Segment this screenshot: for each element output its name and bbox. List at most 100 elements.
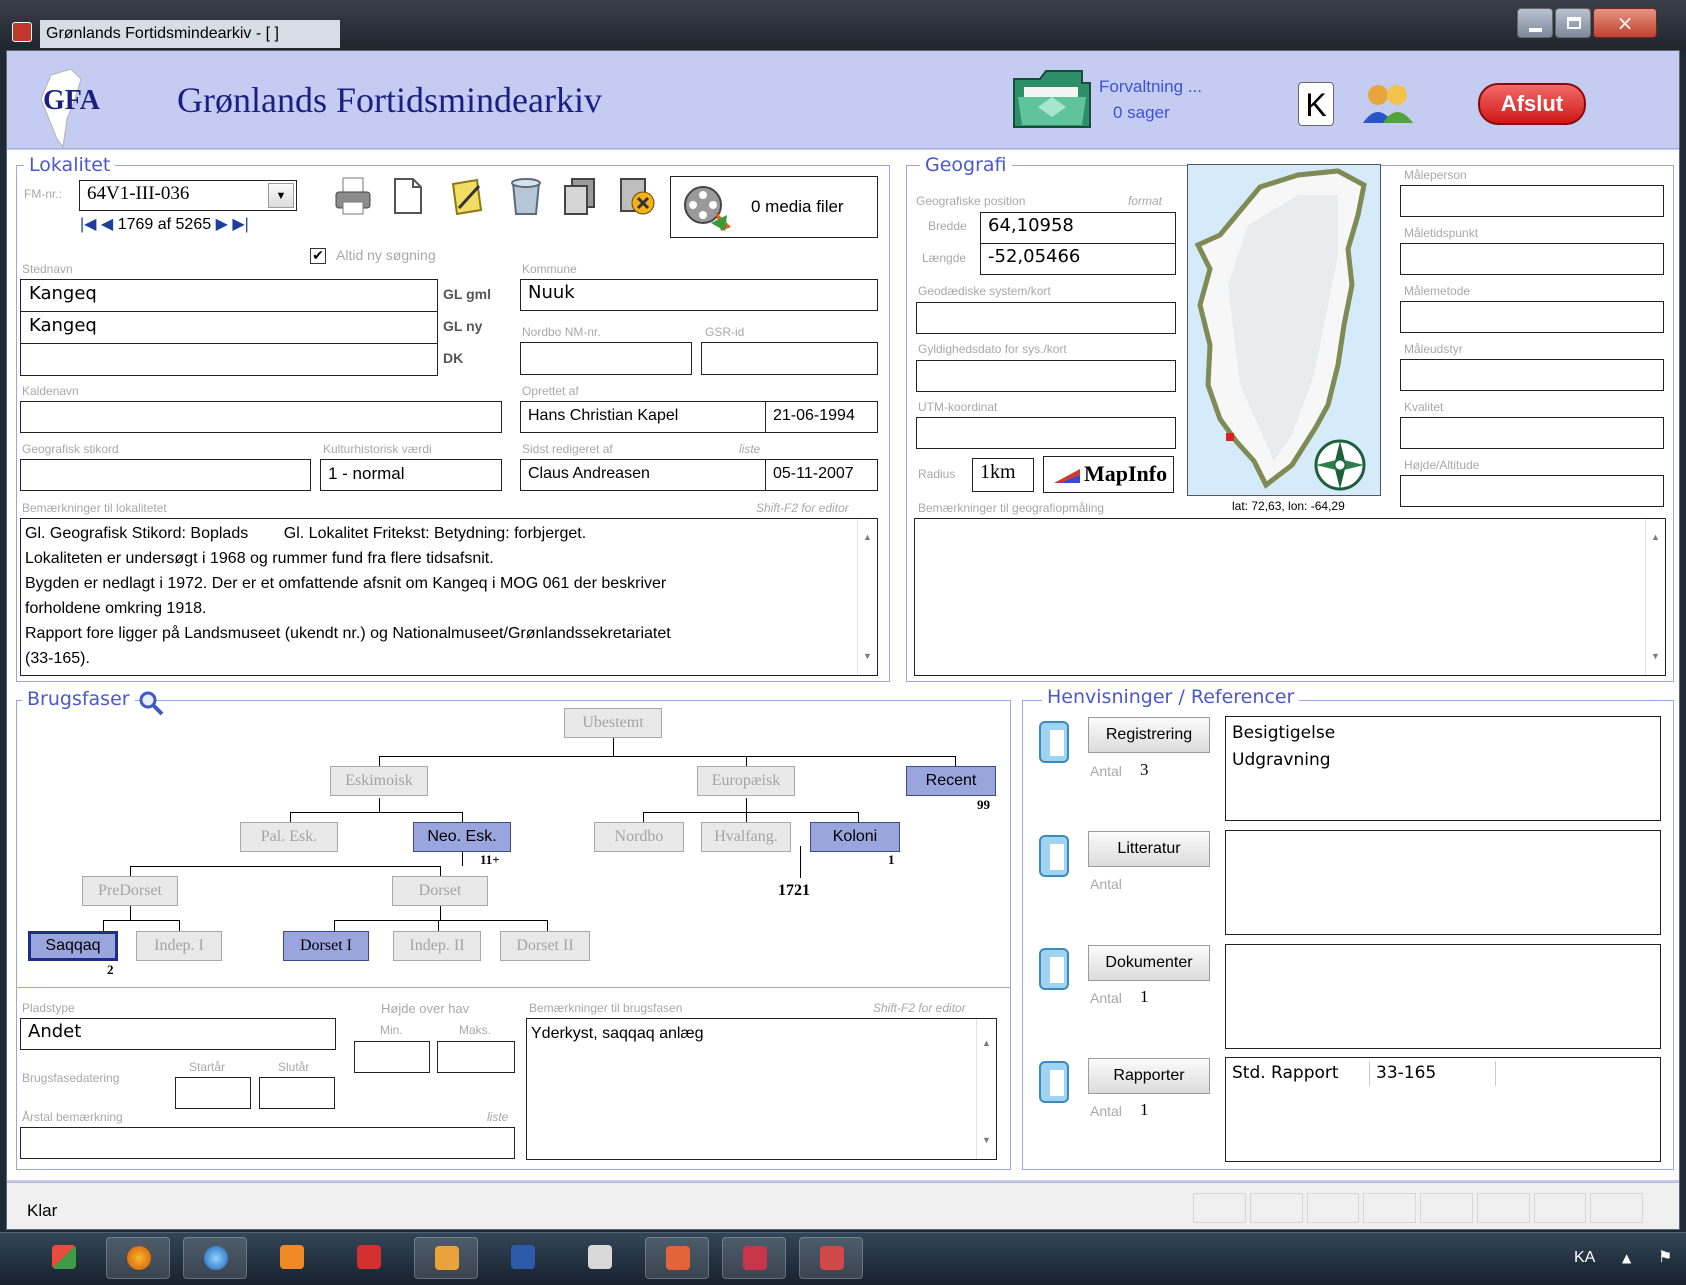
scroll-down-icon[interactable]: ▼: [1651, 644, 1660, 669]
taskbar-app-9[interactable]: [645, 1237, 709, 1279]
prev-record-icon[interactable]: ◀: [101, 216, 113, 233]
arstal-liste-link[interactable]: liste: [487, 1110, 508, 1124]
greenland-map[interactable]: [1187, 164, 1381, 496]
forvaltning-link[interactable]: Forvaltning ...: [1099, 77, 1202, 97]
stednavn-row[interactable]: Kangeq: [21, 280, 437, 312]
close-button[interactable]: ×: [1593, 8, 1657, 38]
node-saqqaq[interactable]: Saqqaq: [28, 931, 118, 961]
media-files-button[interactable]: 0 media filer: [670, 176, 878, 238]
maaleudstyr-field[interactable]: [1400, 359, 1664, 391]
kultur-field[interactable]: 1 - normal: [320, 459, 502, 491]
stednavn-row[interactable]: [21, 344, 437, 375]
startar-field[interactable]: [175, 1077, 251, 1109]
sidst-date[interactable]: 05-11-2007: [765, 459, 878, 491]
last-record-icon[interactable]: ▶|: [232, 216, 248, 233]
maximize-button[interactable]: [1555, 8, 1591, 38]
delete-icon[interactable]: [506, 176, 546, 216]
format-label[interactable]: format: [1128, 194, 1162, 208]
node-indep-1[interactable]: Indep. I: [136, 931, 222, 961]
litteratur-list[interactable]: [1225, 830, 1661, 935]
edit-icon[interactable]: [447, 176, 487, 216]
node-hvalfang[interactable]: Hvalfang.: [701, 822, 791, 852]
node-neo-esk[interactable]: Neo. Esk.: [413, 822, 511, 852]
scroll-up-icon[interactable]: ▲: [1651, 525, 1660, 550]
node-dorset-2[interactable]: Dorset II: [500, 931, 590, 961]
maalemetode-field[interactable]: [1400, 301, 1664, 333]
node-recent[interactable]: Recent: [906, 766, 996, 796]
scrollbar[interactable]: ▲ ▼: [1645, 519, 1665, 675]
taskbar-app-5[interactable]: [337, 1237, 401, 1279]
taskbar-app-7[interactable]: [491, 1237, 555, 1279]
node-dorset[interactable]: Dorset: [392, 876, 488, 906]
gsr-field[interactable]: [701, 342, 878, 375]
sidst-name[interactable]: Claus Andreasen: [520, 459, 766, 491]
taskbar-app-4[interactable]: [260, 1237, 324, 1279]
scrollbar[interactable]: ▲ ▼: [857, 519, 877, 675]
taskbar-lang[interactable]: KA: [1574, 1249, 1595, 1267]
geod-field[interactable]: [916, 302, 1176, 334]
close-record-icon[interactable]: [616, 176, 656, 216]
kommune-field[interactable]: Nuuk: [520, 279, 878, 311]
slutar-field[interactable]: [259, 1077, 335, 1109]
laengde-field[interactable]: -52,05466: [980, 243, 1176, 275]
list-item[interactable]: Besigtigelse: [1232, 720, 1654, 747]
scroll-up-icon[interactable]: ▲: [982, 1031, 991, 1056]
utm-field[interactable]: [916, 417, 1176, 449]
action-center-icon[interactable]: ⚑: [1658, 1247, 1672, 1266]
taskbar-app-8[interactable]: [568, 1237, 632, 1279]
maaletidspunkt-field[interactable]: [1400, 243, 1664, 275]
dropdown-arrow-icon[interactable]: ▼: [268, 183, 294, 208]
rapporter-list[interactable]: Std. Rapport 33-165: [1225, 1057, 1661, 1162]
min-field[interactable]: [354, 1041, 430, 1073]
oprettet-name[interactable]: Hans Christian Kapel: [520, 401, 766, 433]
geo-bemaerkninger[interactable]: ▲ ▼: [914, 518, 1666, 676]
sidst-liste-link[interactable]: liste: [739, 442, 760, 456]
kaldenavn-field[interactable]: [20, 401, 502, 433]
list-item[interactable]: Udgravning: [1232, 747, 1654, 774]
rapporter-button[interactable]: Rapporter: [1088, 1058, 1210, 1094]
gyld-field[interactable]: [916, 360, 1176, 392]
rapport-number[interactable]: 33-165: [1370, 1061, 1496, 1086]
taskbar-app-1[interactable]: [32, 1237, 96, 1279]
oprettet-date[interactable]: 21-06-1994: [765, 401, 878, 433]
taskbar-app-3[interactable]: [183, 1237, 247, 1279]
altid-checkbox[interactable]: ✔: [310, 248, 326, 264]
dokumenter-list[interactable]: [1225, 944, 1661, 1049]
brugsfase-bemaerkninger[interactable]: Yderkyst, saqqaq anlæg ▲ ▼: [526, 1018, 997, 1160]
scroll-down-icon[interactable]: ▼: [982, 1128, 991, 1153]
fm-number-select[interactable]: 64V1-III-036 ▼: [79, 180, 297, 211]
node-predorset[interactable]: PreDorset: [82, 876, 178, 906]
node-dorset-1[interactable]: Dorset I: [283, 931, 369, 961]
new-document-icon[interactable]: [387, 176, 427, 216]
afslut-button[interactable]: Afslut: [1478, 83, 1586, 125]
taskbar-app-6[interactable]: [414, 1237, 478, 1279]
magnify-icon[interactable]: [138, 690, 164, 716]
kvalitet-field[interactable]: [1400, 417, 1664, 449]
pladstype-field[interactable]: Andet: [20, 1018, 336, 1050]
arstal-field[interactable]: [20, 1127, 515, 1159]
maaleperson-field[interactable]: [1400, 185, 1664, 217]
minimize-button[interactable]: [1517, 8, 1553, 38]
rapport-type[interactable]: Std. Rapport: [1232, 1061, 1370, 1086]
registrering-list[interactable]: Besigtigelse Udgravning: [1225, 716, 1661, 821]
node-pal-esk[interactable]: Pal. Esk.: [240, 822, 338, 852]
hojde-field[interactable]: [1400, 475, 1664, 507]
scrollbar[interactable]: ▲ ▼: [976, 1019, 996, 1159]
node-ubestemt[interactable]: Ubestemt: [564, 708, 662, 738]
users-icon[interactable]: [1361, 83, 1415, 125]
next-record-icon[interactable]: ▶: [216, 216, 228, 233]
scroll-up-icon[interactable]: ▲: [863, 525, 872, 550]
litteratur-button[interactable]: Litteratur: [1088, 831, 1210, 867]
registrering-button[interactable]: Registrering: [1088, 717, 1210, 753]
taskbar-app-2[interactable]: [106, 1237, 170, 1279]
radius-field[interactable]: 1km: [972, 458, 1034, 492]
stednavn-row[interactable]: Kangeq: [21, 312, 437, 344]
mapinfo-button[interactable]: MapInfo: [1043, 456, 1174, 493]
node-eskimoisk[interactable]: Eskimoisk: [330, 766, 428, 796]
copy-icon[interactable]: [560, 176, 600, 216]
scroll-down-icon[interactable]: ▼: [863, 644, 872, 669]
bredde-field[interactable]: 64,10958: [980, 212, 1176, 244]
node-koloni[interactable]: Koloni: [810, 822, 900, 852]
taskbar-app-11[interactable]: [799, 1237, 863, 1279]
nordbo-field[interactable]: [520, 342, 692, 375]
